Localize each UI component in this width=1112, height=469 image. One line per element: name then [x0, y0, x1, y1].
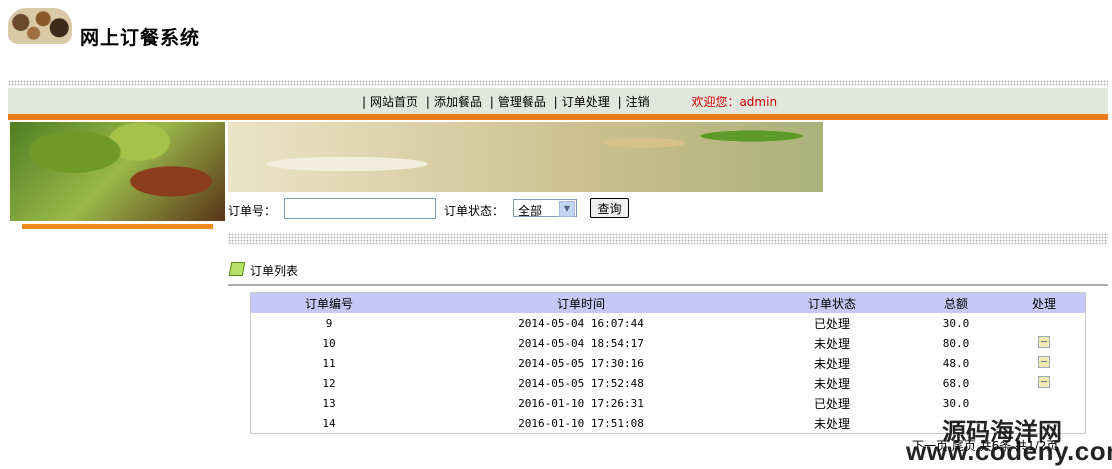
cell-action — [1003, 313, 1085, 333]
cell-time: 2014-05-05 17:30:16 — [518, 356, 644, 370]
cell-id: 9 — [325, 316, 333, 330]
cell-total: 30.0 — [942, 316, 970, 330]
watermark-url: www.codeny.com — [906, 436, 1112, 466]
cell-status: 未处理 — [813, 356, 850, 371]
nav-manage-dish[interactable]: 管理餐品 — [498, 95, 546, 109]
query-button[interactable]: 查询 — [590, 198, 629, 218]
col-total: 总额 — [909, 293, 1003, 313]
order-status-selected: 全部 — [518, 204, 543, 218]
table-row: 13 2016-01-10 17:26:31 已处理 30.0 — [251, 393, 1085, 413]
table-row: 9 2014-05-04 16:07:44 已处理 30.0 — [251, 313, 1085, 333]
cell-total: 68.0 — [942, 376, 970, 390]
list-title: 订单列表 — [250, 264, 299, 278]
table-row: 12 2014-05-05 17:52:48 未处理 68.0 — [251, 373, 1085, 393]
table-row: 11 2014-05-05 17:30:16 未处理 48.0 — [251, 353, 1085, 373]
cell-total: 48.0 — [942, 356, 970, 370]
cell-id: 13 — [322, 396, 336, 410]
col-order-id: 订单编号 — [251, 293, 407, 313]
col-order-status: 订单状态 — [755, 293, 909, 313]
top-nav: | 网站首页 | 添加餐品 | 管理餐品 | 订单处理 | 注销 欢迎您：admin — [8, 88, 1108, 120]
nav-order-process[interactable]: 订单处理 — [562, 95, 610, 109]
cell-time: 2014-05-05 17:52:48 — [518, 376, 644, 390]
side-food-image — [10, 122, 225, 221]
nav-add-dish[interactable]: 添加餐品 — [434, 95, 482, 109]
app-title: 网上订餐系统 — [80, 27, 201, 49]
order-status-select[interactable]: 全部 ▼ — [513, 199, 577, 218]
nav-home[interactable]: 网站首页 — [370, 95, 418, 109]
cell-status: 已处理 — [813, 316, 850, 331]
order-no-input[interactable] — [284, 198, 436, 219]
cell-time: 2016-01-10 17:51:08 — [518, 416, 644, 430]
section-divider — [228, 233, 1108, 245]
process-order-icon[interactable] — [1038, 335, 1050, 348]
process-order-icon[interactable] — [1038, 355, 1050, 368]
cell-action — [1003, 333, 1085, 353]
banner-food-image — [228, 122, 823, 192]
cell-id: 14 — [322, 416, 336, 430]
header-divider — [8, 80, 1108, 86]
cell-status: 未处理 — [813, 376, 850, 391]
side-accent-bar — [22, 224, 213, 229]
chevron-down-icon[interactable]: ▼ — [559, 201, 575, 217]
cell-id: 10 — [322, 336, 336, 350]
welcome-text: 欢迎您：admin — [691, 95, 778, 109]
order-no-label: 订单号： — [228, 204, 277, 218]
cell-time: 2014-05-04 16:07:44 — [518, 316, 644, 330]
list-divider — [228, 284, 1108, 286]
table-header-row: 订单编号 订单时间 订单状态 总额 处理 — [251, 293, 1085, 313]
cell-action — [1003, 353, 1085, 373]
table-row: 10 2014-05-04 18:54:17 未处理 80.0 — [251, 333, 1085, 353]
cell-status: 未处理 — [813, 336, 850, 351]
cell-time: 2016-01-10 17:26:31 — [518, 396, 644, 410]
folder-icon — [228, 262, 246, 276]
col-action: 处理 — [1003, 293, 1085, 313]
cell-action — [1003, 373, 1085, 393]
col-order-time: 订单时间 — [407, 293, 755, 313]
cell-status: 已处理 — [813, 396, 850, 411]
cell-status: 未处理 — [813, 416, 850, 431]
order-status-label: 订单状态： — [444, 204, 505, 218]
cell-total: 30.0 — [942, 396, 970, 410]
cell-total: 80.0 — [942, 336, 970, 350]
cell-action — [1003, 393, 1085, 413]
cell-id: 12 — [322, 376, 336, 390]
process-order-icon[interactable] — [1038, 375, 1050, 388]
logo-image — [8, 8, 72, 44]
cell-time: 2014-05-04 18:54:17 — [518, 336, 644, 350]
cell-id: 11 — [322, 356, 336, 370]
nav-logout[interactable]: 注销 — [626, 95, 650, 109]
